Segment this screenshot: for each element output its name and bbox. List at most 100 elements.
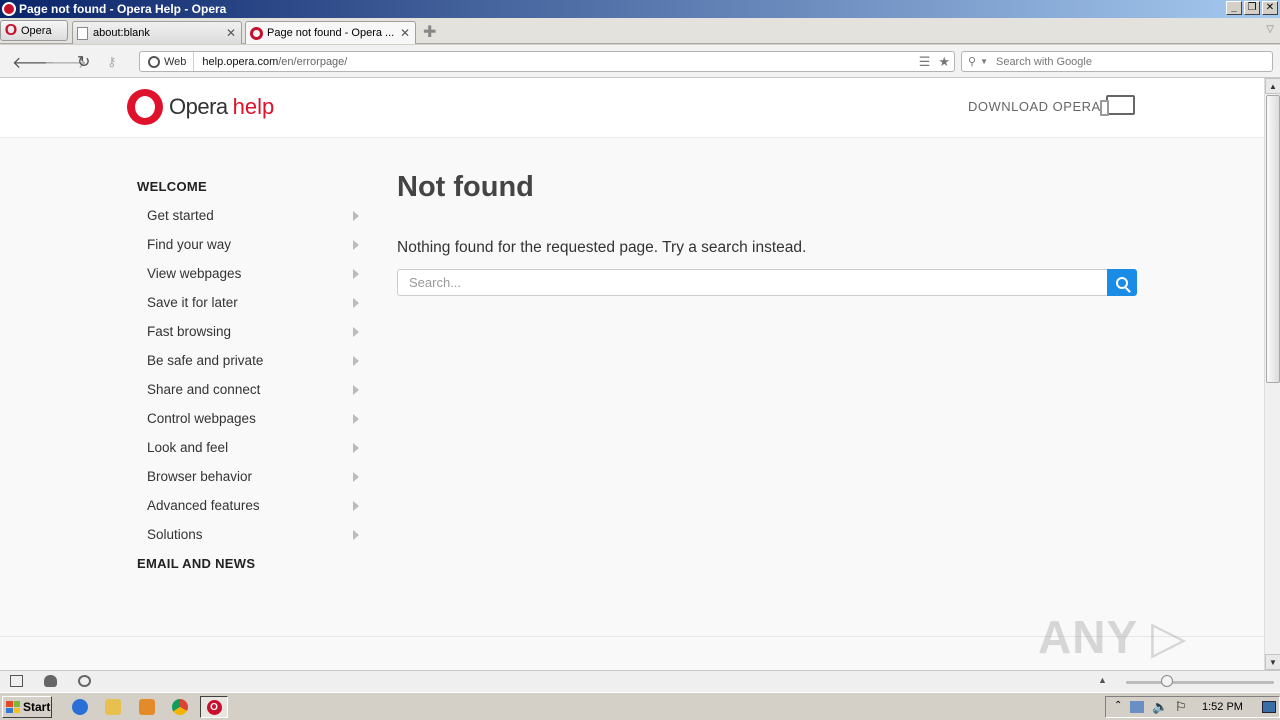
sidebar-item[interactable]: Advanced features bbox=[147, 498, 359, 513]
chevron-right-icon bbox=[353, 471, 359, 482]
sidebar-heading-email[interactable]: EMAIL AND NEWS bbox=[137, 556, 255, 571]
media-player-icon[interactable] bbox=[139, 699, 155, 715]
sidebar-item[interactable]: Look and feel bbox=[147, 440, 359, 455]
show-desktop-icon[interactable] bbox=[1262, 701, 1276, 713]
sidebar-item[interactable]: View webpages bbox=[147, 266, 359, 281]
opera-logo-icon: O bbox=[4, 21, 18, 39]
rss-icon[interactable]: ☰ bbox=[919, 54, 931, 70]
tray-expand-icon[interactable]: ⌃ bbox=[1114, 700, 1122, 711]
opera-icon: O bbox=[206, 699, 222, 715]
chevron-right-icon bbox=[353, 239, 359, 250]
sidebar-heading-welcome[interactable]: WELCOME bbox=[137, 179, 207, 194]
windows-flag-icon bbox=[6, 701, 20, 713]
bookmark-star-icon[interactable]: ★ bbox=[938, 54, 950, 70]
tab-about-blank[interactable]: about:blank ✕ bbox=[72, 21, 242, 44]
sidebar-item[interactable]: Fast browsing bbox=[147, 324, 359, 339]
sidebar-item[interactable]: Share and connect bbox=[147, 382, 359, 397]
system-tray: ⌃ 🔈 ⚐ 1:52 PM bbox=[1105, 696, 1280, 718]
url-path: /en/errorpage/ bbox=[278, 55, 348, 68]
scroll-up-icon[interactable]: ▲ bbox=[1265, 78, 1280, 94]
vertical-scrollbar[interactable]: ▲ ▼ bbox=[1264, 78, 1280, 670]
chevron-right-icon bbox=[353, 326, 359, 337]
sidebar-item[interactable]: Solutions bbox=[147, 527, 359, 542]
taskbar: Start O ⌃ 🔈 ⚐ 1:52 PM bbox=[0, 692, 1280, 720]
sidebar-item[interactable]: Find your way bbox=[147, 237, 359, 252]
help-search-input[interactable]: Search... bbox=[397, 269, 1108, 296]
status-bar: ▲ bbox=[0, 670, 1280, 692]
tab-label: Page not found - Opera ... bbox=[267, 27, 395, 39]
search-icon bbox=[1116, 276, 1128, 289]
sidebar-item[interactable]: Control webpages bbox=[147, 411, 359, 426]
page-icon bbox=[77, 26, 88, 40]
cloud-icon[interactable] bbox=[44, 675, 57, 687]
chevron-right-icon bbox=[353, 384, 359, 395]
globe-icon bbox=[148, 55, 160, 68]
logo-word: Opera bbox=[169, 94, 228, 119]
panel-toggle-icon[interactable] bbox=[10, 675, 23, 687]
help-search-placeholder: Search... bbox=[409, 275, 462, 290]
chevron-right-icon bbox=[353, 297, 359, 308]
sidebar-item-label: Solutions bbox=[147, 527, 203, 542]
search-engine-field[interactable]: ⚲ ▼ Search with Google bbox=[961, 51, 1273, 72]
sidebar-item-label: Share and connect bbox=[147, 382, 261, 397]
tab-label: about:blank bbox=[93, 27, 150, 39]
start-button[interactable]: Start bbox=[2, 696, 52, 718]
opera-favicon-icon bbox=[250, 26, 263, 40]
chrome-icon[interactable] bbox=[172, 699, 188, 715]
help-search-button[interactable] bbox=[1107, 269, 1137, 296]
reload-icon[interactable]: ↻ bbox=[77, 52, 90, 72]
sidebar-item[interactable]: Save it for later bbox=[147, 295, 359, 310]
zoom-up-icon[interactable]: ▲ bbox=[1098, 675, 1107, 685]
chevron-right-icon bbox=[353, 210, 359, 221]
address-field[interactable]: Web help.opera.com/en/errorpage/ ☰ ★ bbox=[139, 51, 955, 72]
taskbar-opera-button[interactable]: O bbox=[200, 696, 228, 718]
new-tab-icon[interactable]: ✚ bbox=[423, 22, 436, 42]
network-icon[interactable] bbox=[1130, 701, 1144, 713]
page-title: Not found bbox=[397, 171, 534, 203]
opera-help-logo[interactable]: Opera help bbox=[127, 89, 274, 125]
folder-icon[interactable] bbox=[105, 699, 121, 715]
speed-dial-icon[interactable] bbox=[78, 675, 91, 687]
opera-logo-icon bbox=[127, 89, 163, 125]
web-badge[interactable]: Web bbox=[140, 52, 195, 71]
chevron-right-icon bbox=[353, 442, 359, 453]
restore-button[interactable]: ❐ bbox=[1244, 1, 1260, 15]
not-found-message: Nothing found for the requested page. Tr… bbox=[397, 239, 807, 256]
tab-menu-chevron-icon[interactable]: ▽ bbox=[1266, 24, 1274, 35]
sidebar-item-label: Advanced features bbox=[147, 498, 260, 513]
tab-close-icon[interactable]: ✕ bbox=[226, 26, 236, 40]
search-engine-placeholder: Search with Google bbox=[995, 55, 1092, 68]
search-icon: ⚲ bbox=[968, 56, 977, 68]
key-icon[interactable]: ⚷ bbox=[107, 54, 117, 70]
zoom-slider-track[interactable] bbox=[1126, 681, 1274, 684]
address-toolbar: 🡐 🡒 ↻ ⚷ Web help.opera.com/en/errorpage/… bbox=[0, 45, 1280, 78]
chevron-right-icon bbox=[353, 500, 359, 511]
url-host: help.opera.com bbox=[202, 55, 279, 68]
flag-icon[interactable]: ⚐ bbox=[1175, 699, 1187, 715]
chevron-right-icon bbox=[353, 268, 359, 279]
download-opera-link[interactable]: DOWNLOAD OPERA bbox=[968, 99, 1101, 114]
opera-menu-label: Opera bbox=[21, 24, 52, 37]
window-titlebar: Page not found - Opera Help - Opera _ ❐ … bbox=[0, 0, 1280, 18]
scroll-thumb[interactable] bbox=[1266, 95, 1280, 383]
logo-accent: help bbox=[232, 94, 275, 119]
tab-page-not-found[interactable]: Page not found - Opera ... ✕ bbox=[245, 21, 416, 44]
tab-bar: O Opera about:blank ✕ Page not found - O… bbox=[0, 18, 1280, 44]
close-window-button[interactable]: ✕ bbox=[1262, 1, 1278, 15]
volume-icon[interactable]: 🔈 bbox=[1152, 699, 1168, 715]
engine-dropdown-icon[interactable]: ▼ bbox=[980, 57, 988, 66]
sidebar-item[interactable]: Be safe and private bbox=[147, 353, 359, 368]
internet-explorer-icon[interactable] bbox=[72, 699, 88, 715]
clock[interactable]: 1:52 PM bbox=[1202, 701, 1243, 713]
opera-menu-button[interactable]: O Opera bbox=[0, 20, 68, 41]
url-text[interactable]: help.opera.com/en/errorpage/ bbox=[194, 56, 347, 68]
sidebar-item-label: Save it for later bbox=[147, 295, 238, 310]
tab-close-icon[interactable]: ✕ bbox=[400, 26, 410, 40]
window-title: Page not found - Opera Help - Opera bbox=[19, 2, 227, 16]
sidebar-item-label: Browser behavior bbox=[147, 469, 253, 484]
minimize-button[interactable]: _ bbox=[1226, 1, 1242, 15]
zoom-slider-knob[interactable] bbox=[1161, 675, 1173, 687]
sidebar-item[interactable]: Browser behavior bbox=[147, 469, 359, 484]
sidebar-item[interactable]: Get started bbox=[147, 208, 359, 223]
devices-icon[interactable] bbox=[1100, 95, 1135, 116]
